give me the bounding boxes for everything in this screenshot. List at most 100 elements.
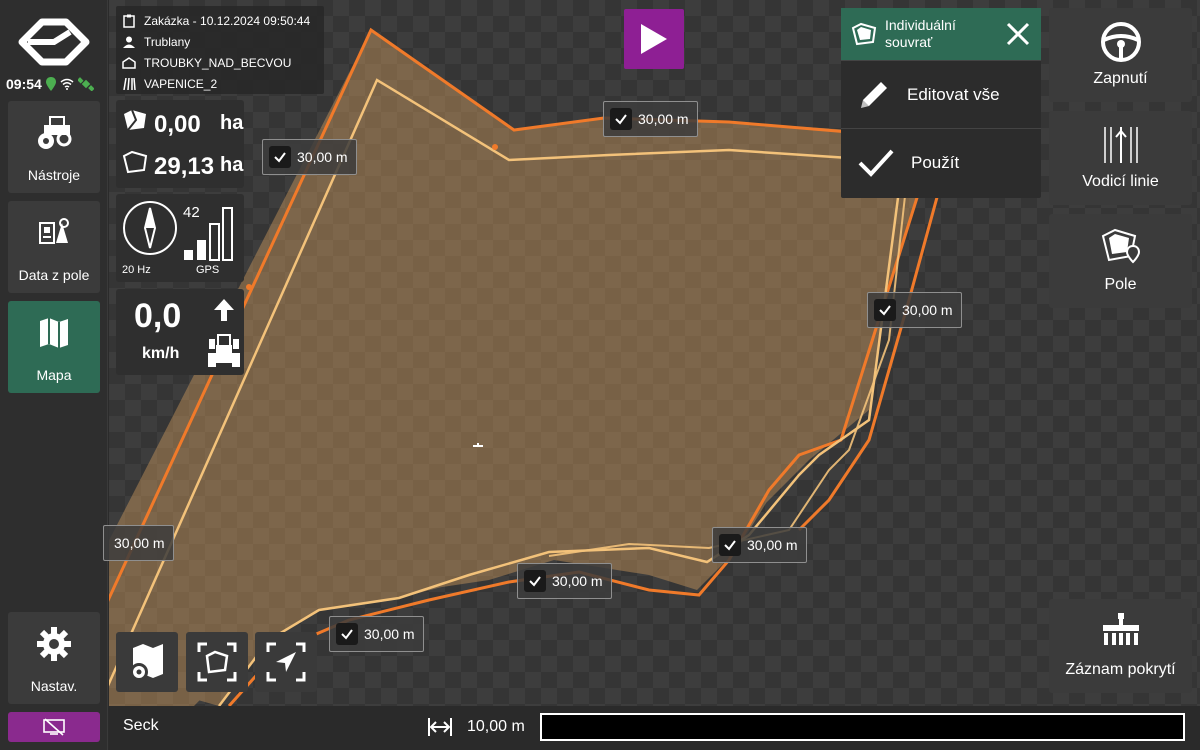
job-farm-row: TROUBKY_NAD_BECVOU	[122, 52, 318, 73]
app-root: 09:54 Nástroje Data z pole Mapa Nastav. …	[0, 0, 1200, 750]
screen-off-button[interactable]	[8, 712, 100, 742]
nav-field-data-label: Data z pole	[18, 267, 90, 283]
headland-field-icon	[851, 22, 877, 46]
worked-area-unit: ha	[220, 112, 244, 134]
nav-tools-button[interactable]: Nástroje	[8, 101, 100, 193]
field-data-icon	[39, 218, 69, 244]
checkmark-icon	[858, 149, 894, 177]
checkbox-check-icon	[269, 146, 291, 168]
edit-all-label: Editovat vše	[907, 84, 1000, 104]
signal-bars-icon	[184, 207, 233, 261]
chip-label: 30,00 m	[114, 535, 165, 551]
nav-map-button[interactable]: Mapa	[8, 301, 100, 393]
autosteer-label: Zapnutí	[1093, 70, 1148, 87]
left-sidebar: 09:54 Nástroje Data z pole Mapa Nastav.	[0, 0, 108, 750]
job-operator: Trublany	[144, 34, 191, 49]
apply-button[interactable]: Použít	[841, 128, 1041, 196]
field-rows-icon	[122, 77, 136, 91]
guidance-lines-button[interactable]: Vodicí linie	[1049, 111, 1192, 205]
job-order: Zakázka - 10.12.2024 09:50:44	[144, 13, 311, 28]
job-info-panel[interactable]: Zakázka - 10.12.2024 09:50:44 Trublany T…	[116, 6, 324, 94]
compass-icon	[123, 201, 177, 255]
map-settings-icon	[130, 644, 163, 681]
close-icon[interactable]	[1005, 21, 1031, 47]
autosteer-enable-button[interactable]: Zapnutí	[1049, 8, 1192, 102]
satellite-icon	[77, 77, 94, 91]
worked-area-value: 0,00	[154, 111, 201, 138]
field-area-icon	[122, 150, 148, 174]
job-field-row: VAPENICE_2	[122, 73, 318, 94]
guidance-lines-label: Vodicí linie	[1082, 173, 1159, 190]
screen-off-icon	[43, 718, 65, 736]
edit-all-button[interactable]: Editovat vše	[841, 60, 1041, 128]
coverage-label: Záznam pokrytí	[1065, 661, 1176, 678]
nav-settings-button[interactable]: Nastav.	[8, 612, 100, 704]
headland-width-chip[interactable]: 30,00 m	[262, 139, 357, 175]
area-widget[interactable]: 0,00 ha 29,13 ha	[116, 100, 244, 188]
checkbox-check-icon	[524, 570, 546, 592]
headland-width-chip[interactable]: 30,00 m	[867, 292, 962, 328]
checkbox-check-icon	[719, 534, 741, 556]
gps-widget[interactable]: 20 Hz 42 GPS	[116, 194, 244, 282]
total-area-row: 29,13	[122, 150, 214, 181]
implement-width[interactable]: 10,00 m	[427, 716, 525, 738]
nav-map-label: Mapa	[36, 367, 72, 383]
direction-up-arrow-icon	[214, 299, 234, 321]
chip-label: 30,00 m	[364, 626, 415, 642]
total-area-unit: ha	[220, 154, 244, 176]
speed-value: 0,0	[134, 297, 182, 335]
chip-label: 30,00 m	[297, 149, 348, 165]
map-settings-button[interactable]	[116, 632, 178, 692]
checkbox-check-icon	[336, 623, 358, 645]
headland-width-chip[interactable]: 30,00 m	[603, 101, 698, 137]
guidance-lines-icon	[1103, 127, 1138, 163]
center-vehicle-button[interactable]	[255, 632, 317, 692]
job-operator-row: Trublany	[122, 31, 318, 52]
job-farm: TROUBKY_NAD_BECVOU	[144, 55, 292, 70]
headland-width-chip[interactable]: 30,00 m	[103, 525, 174, 561]
zoom-to-field-button[interactable]	[186, 632, 248, 692]
job-order-row: Zakázka - 10.12.2024 09:50:44	[122, 10, 318, 31]
location-pin-icon	[45, 77, 56, 91]
speed-widget[interactable]: 0,0 km/h	[116, 289, 244, 375]
headland-edit-popup: Individuální souvrať Editovat vše Použít	[841, 8, 1041, 198]
popup-title-line1: Individuální	[885, 17, 956, 33]
headland-width-chip[interactable]: 30,00 m	[329, 616, 424, 652]
checkbox-check-icon	[874, 299, 896, 321]
popup-title: Individuální souvrať	[885, 17, 997, 51]
pencil-icon	[861, 81, 887, 108]
settings-gear-icon	[37, 627, 71, 661]
implement-width-value: 10,00 m	[467, 718, 525, 735]
tractor-gear-icon	[38, 116, 72, 149]
chip-label: 30,00 m	[552, 573, 603, 589]
gps-label: GPS	[196, 264, 220, 276]
field-button[interactable]: Pole	[1049, 214, 1192, 308]
nav-settings-label: Nastav.	[30, 678, 78, 694]
popup-title-line2: souvrať	[885, 34, 933, 50]
brand-logo-icon	[18, 18, 90, 66]
boundary-vertex	[492, 144, 498, 150]
section-control-bar[interactable]	[540, 713, 1185, 741]
clipboard-icon	[122, 14, 136, 28]
implement-coverage-icon	[1102, 613, 1139, 645]
apply-label: Použít	[911, 152, 960, 172]
barn-icon	[122, 56, 136, 70]
nav-field-data-button[interactable]: Data z pole	[8, 201, 100, 293]
checkbox-check-icon	[610, 108, 632, 130]
play-icon	[641, 24, 667, 54]
speed-unit: km/h	[142, 345, 180, 362]
map-icon	[40, 318, 68, 348]
field-pin-icon	[1101, 228, 1140, 264]
worked-area-row: 0,00	[122, 108, 201, 139]
popup-header: Individuální souvrať	[841, 8, 1041, 60]
headland-width-chip[interactable]: 30,00 m	[517, 563, 612, 599]
chip-label: 30,00 m	[638, 111, 689, 127]
field-label: Pole	[1104, 276, 1137, 293]
coverage-recording-button[interactable]: Záznam pokrytí	[1049, 599, 1192, 693]
clock: 09:54	[6, 76, 42, 92]
nav-tools-label: Nástroje	[27, 167, 81, 183]
headland-width-chip[interactable]: 30,00 m	[712, 527, 807, 563]
zoom-field-icon	[197, 642, 237, 682]
bottom-bar: Seck 10,00 m	[109, 706, 1200, 750]
play-button[interactable]	[624, 9, 684, 69]
